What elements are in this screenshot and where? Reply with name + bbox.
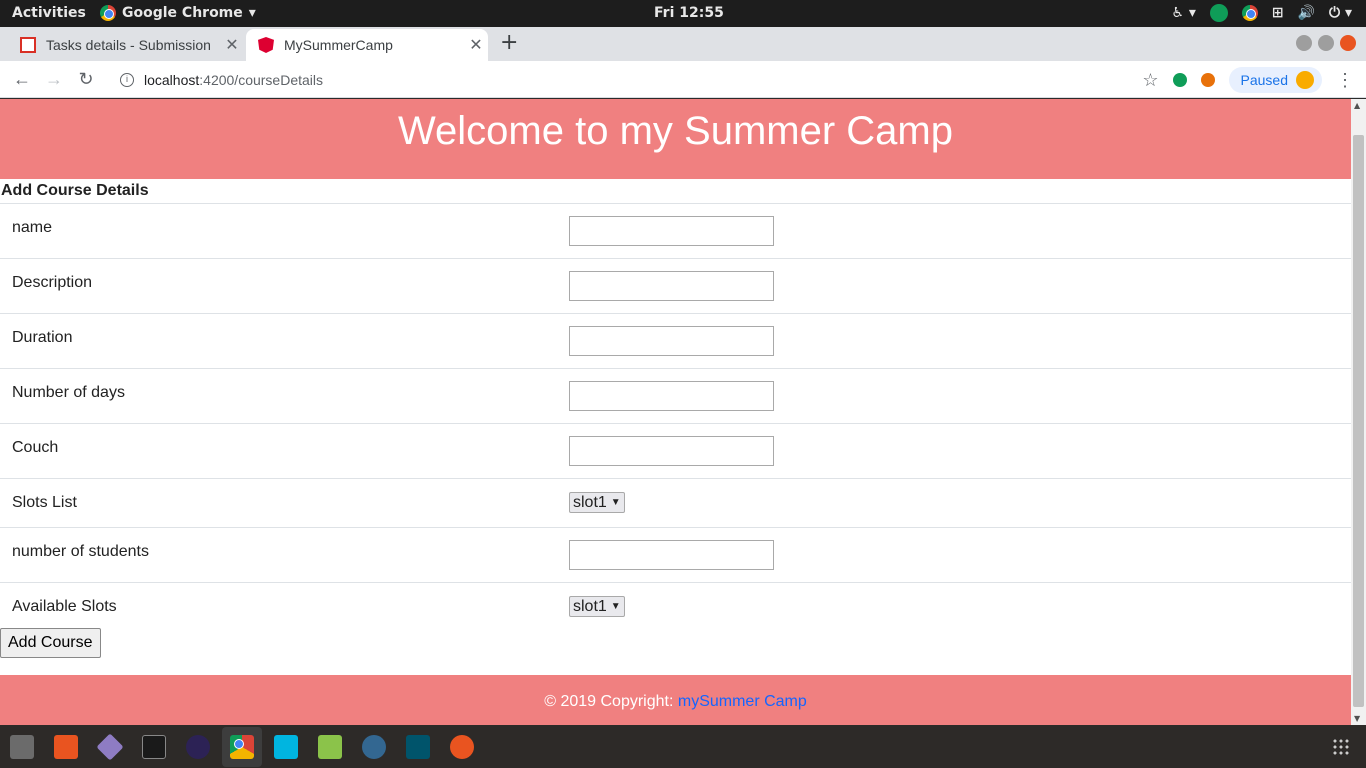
form-row-number-of-days: Number of days: [0, 368, 1351, 424]
field-label: Number of days: [0, 368, 557, 424]
address-bar[interactable]: i localhost:4200/courseDetails: [112, 65, 1152, 94]
volume-icon[interactable]: 🔊: [1298, 5, 1315, 21]
form-row-duration: Duration: [0, 313, 1351, 369]
profile-button[interactable]: Paused: [1228, 67, 1322, 93]
caret-down-icon: ▾: [248, 5, 256, 21]
add-course-button[interactable]: Add Course: [0, 627, 101, 658]
scroll-down-icon[interactable]: ▼: [1354, 714, 1360, 723]
tab-title: Tasks details - Submission: [46, 37, 211, 53]
footer-link[interactable]: mySummer Camp: [678, 693, 807, 710]
terminal-icon[interactable]: [142, 735, 166, 759]
toolbar-actions: ☆ Paused ⋮: [1142, 67, 1354, 93]
page-scrollbar[interactable]: ▲ ▼: [1351, 99, 1366, 725]
power-icon[interactable]: ⏻ ▾: [1329, 5, 1352, 21]
clock[interactable]: Fri 12:55: [654, 5, 724, 21]
close-tab-icon[interactable]: ✕: [220, 35, 244, 55]
duration-input[interactable]: [569, 326, 774, 356]
dropdown-arrow-icon: ▼: [610, 601, 621, 612]
couch-input[interactable]: [569, 436, 774, 466]
field-label: Description: [0, 258, 557, 314]
network-icon[interactable]: ⊞: [1272, 5, 1284, 21]
tab-strip: Tasks details - Submission ✕ MySummerCam…: [0, 27, 1366, 61]
field-label: name: [0, 203, 557, 259]
name-input[interactable]: [569, 216, 774, 246]
system-tray[interactable]: ♿ ▾ ⊞ 🔊 ⏻ ▾: [1171, 4, 1352, 22]
gmail-icon: [20, 37, 36, 53]
page-footer: © 2019 Copyright: mySummer Camp: [0, 675, 1351, 725]
forward-icon[interactable]: →: [38, 69, 70, 90]
app-menu[interactable]: Google Chrome ▾: [100, 5, 256, 21]
minimize-icon[interactable]: [1296, 35, 1312, 51]
dropdown-arrow-icon: ▼: [610, 497, 621, 508]
kebab-menu-icon[interactable]: ⋮: [1336, 70, 1354, 91]
form-row-description: Description: [0, 258, 1351, 314]
window-controls: [1296, 35, 1356, 51]
eclipse-icon[interactable]: [186, 735, 210, 759]
section-title: Add Course Details: [1, 182, 149, 199]
form-row-couch: Couch: [0, 423, 1351, 479]
footer-text: © 2019 Copyright:: [544, 693, 678, 710]
url-path: :4200/courseDetails: [199, 71, 324, 88]
files-icon[interactable]: [10, 735, 34, 759]
site-info-icon[interactable]: i: [120, 72, 134, 87]
number-of-days-input[interactable]: [569, 381, 774, 411]
form-row-number-of-students: number of students: [0, 527, 1351, 583]
hangouts-icon[interactable]: [1209, 4, 1228, 22]
image-viewer-icon[interactable]: [318, 735, 342, 759]
number-of-students-input[interactable]: [569, 540, 774, 570]
slots-list-select[interactable]: slot1 ▼: [569, 492, 625, 513]
atom-icon[interactable]: [96, 733, 124, 761]
profile-status: Paused: [1240, 72, 1288, 88]
description-input[interactable]: [569, 271, 774, 301]
select-value: slot1: [573, 597, 607, 615]
available-slots-select[interactable]: slot1 ▼: [569, 596, 625, 617]
field-label: Slots List: [0, 478, 557, 528]
close-window-icon[interactable]: [1340, 35, 1356, 51]
postgresql-icon[interactable]: [362, 735, 386, 759]
accessibility-icon[interactable]: ♿ ▾: [1171, 5, 1195, 21]
form-row-name: name: [0, 203, 1351, 259]
postman-icon[interactable]: [450, 735, 474, 759]
back-icon[interactable]: ←: [6, 69, 38, 90]
form-row-available-slots: Available Slots slot1 ▼: [0, 582, 1351, 628]
tab-tasks-details[interactable]: Tasks details - Submission ✕: [8, 29, 244, 61]
scrollbar-thumb[interactable]: [1353, 135, 1364, 707]
page-viewport: Welcome to my Summer Camp Add Course Det…: [0, 99, 1351, 725]
show-applications-icon[interactable]: [1332, 738, 1350, 756]
url-host: localhost: [144, 71, 200, 88]
new-tab-icon[interactable]: +: [500, 30, 518, 55]
scroll-up-icon[interactable]: ▲: [1354, 101, 1360, 110]
form-row-slots-list: Slots List slot1 ▼: [0, 478, 1351, 528]
maximize-icon[interactable]: [1318, 35, 1334, 51]
field-label: Couch: [0, 423, 557, 479]
system-top-bar: Activities Google Chrome ▾ Fri 12:55 ♿ ▾…: [0, 0, 1366, 27]
hero-title: Welcome to my Summer Camp: [398, 109, 953, 153]
select-value: slot1: [573, 493, 607, 511]
angular-icon: [258, 37, 274, 53]
tab-mysummercamp[interactable]: MySummerCamp ✕: [246, 29, 488, 61]
mysql-workbench-icon[interactable]: [406, 735, 430, 759]
chrome-dock-icon[interactable]: [230, 735, 254, 759]
software-center-icon[interactable]: [54, 735, 78, 759]
avatar: [1296, 71, 1314, 89]
chrome-tray-icon[interactable]: [1241, 5, 1258, 21]
tab-title: MySummerCamp: [284, 37, 393, 53]
webstorm-icon[interactable]: [274, 735, 298, 759]
field-label: Available Slots: [0, 582, 557, 628]
field-label: Duration: [0, 313, 557, 369]
page-header: Welcome to my Summer Camp: [0, 99, 1351, 179]
course-form: name Description Duration Number of days…: [0, 203, 1351, 628]
bookmark-star-icon[interactable]: ☆: [1142, 70, 1158, 91]
extension-orange-icon[interactable]: [1200, 73, 1215, 87]
taskbar-dock: [0, 725, 1366, 768]
chrome-icon: [100, 5, 116, 21]
extension-green-icon[interactable]: [1172, 73, 1187, 87]
field-label: number of students: [0, 527, 557, 583]
activities-button[interactable]: Activities: [12, 5, 86, 21]
app-menu-label: Google Chrome: [122, 5, 243, 21]
reload-icon[interactable]: ↻: [70, 69, 102, 90]
browser-toolbar: ← → ↻ i localhost:4200/courseDetails ☆ P…: [0, 61, 1366, 98]
close-tab-icon[interactable]: ✕: [464, 35, 488, 55]
